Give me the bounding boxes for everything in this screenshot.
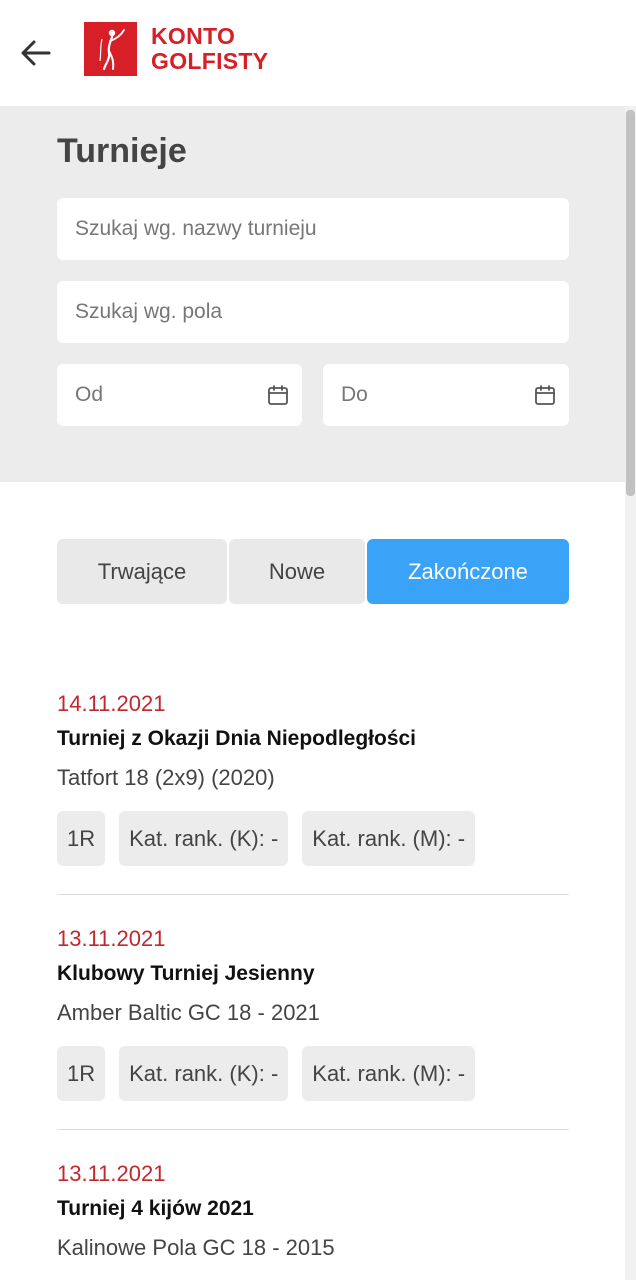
tournament-name-search[interactable] (57, 198, 569, 260)
rounds-badge: 1R (57, 1046, 106, 1101)
tournament-item[interactable]: 13.11.2021 Klubowy Turniej Jesienny Ambe… (57, 926, 569, 1101)
logo-text: KONTO GOLFISTY (151, 24, 268, 74)
tournament-name[interactable]: Turniej 4 kijów 2021 (57, 1197, 569, 1221)
tournament-course: Kalinowe Pola GC 18 - 2015 (57, 1235, 335, 1260)
arrow-left-icon (21, 40, 51, 66)
date-from-field[interactable] (57, 364, 302, 426)
tab-new[interactable]: Nowe (229, 539, 365, 604)
back-button[interactable] (14, 32, 56, 74)
rounds-badge: 1R (57, 811, 106, 866)
tournament-badges: 1R Kat. rank. (K): - Kat. rank. (M): - (57, 811, 569, 866)
golfer-icon (84, 22, 137, 76)
top-bar: KONTO GOLFISTY (0, 0, 636, 106)
tournament-item[interactable]: 14.11.2021 Turniej z Okazji Dnia Niepodl… (57, 691, 569, 866)
logo-line1: KONTO (151, 23, 236, 49)
calendar-icon[interactable] (533, 383, 557, 407)
tournament-name[interactable]: Turniej z Okazji Dnia Niepodległości (57, 727, 569, 751)
calendar-icon[interactable] (266, 383, 290, 407)
ranking-men-badge: Kat. rank. (M): - (302, 811, 476, 866)
tournament-name-input[interactable] (75, 198, 569, 260)
tournament-badges: 1R Kat. rank. (K): - Kat. rank. (M): - (57, 1046, 569, 1101)
ranking-women-badge: Kat. rank. (K): - (119, 811, 289, 866)
tab-finished[interactable]: Zakończone (367, 539, 569, 604)
course-search[interactable] (57, 281, 569, 343)
page-title: Turnieje (57, 132, 187, 170)
scrollbar-thumb[interactable] (626, 110, 635, 496)
logo-line2: GOLFISTY (151, 48, 269, 74)
tournament-item[interactable]: 13.11.2021 Turniej 4 kijów 2021 Kalinowe… (57, 1161, 569, 1261)
tournament-date: 13.11.2021 (57, 926, 166, 951)
date-to-field[interactable] (323, 364, 569, 426)
course-search-input[interactable] (75, 281, 569, 343)
ranking-men-badge: Kat. rank. (M): - (302, 1046, 476, 1101)
tab-ongoing[interactable]: Trwające (57, 539, 227, 604)
tournament-date: 14.11.2021 (57, 691, 166, 716)
app-logo[interactable]: KONTO GOLFISTY (84, 22, 268, 76)
tournament-course: Tatfort 18 (2x9) (2020) (57, 765, 275, 790)
tournament-course: Amber Baltic GC 18 - 2021 (57, 1000, 320, 1025)
tournament-name[interactable]: Klubowy Turniej Jesienny (57, 962, 569, 986)
divider (57, 894, 569, 895)
divider (57, 1129, 569, 1130)
ranking-women-badge: Kat. rank. (K): - (119, 1046, 289, 1101)
tournament-date: 13.11.2021 (57, 1161, 166, 1186)
